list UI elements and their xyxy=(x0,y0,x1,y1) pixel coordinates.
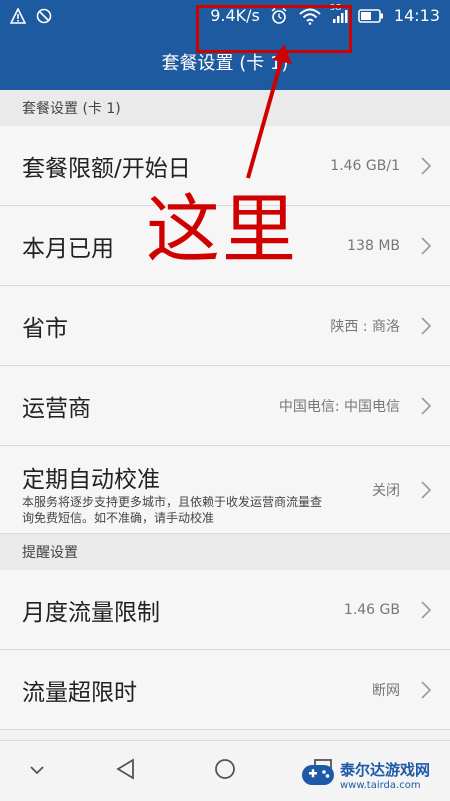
annotation-text: 这里 xyxy=(146,187,298,273)
annotation-arrow xyxy=(246,44,292,179)
watermark-url: www.tairda.com xyxy=(340,780,421,791)
watermark-name: 泰尔达游戏网 xyxy=(340,761,431,779)
watermark-logo: 泰尔达游戏网 www.tairda.com xyxy=(300,750,450,800)
controller-icon xyxy=(302,765,334,785)
